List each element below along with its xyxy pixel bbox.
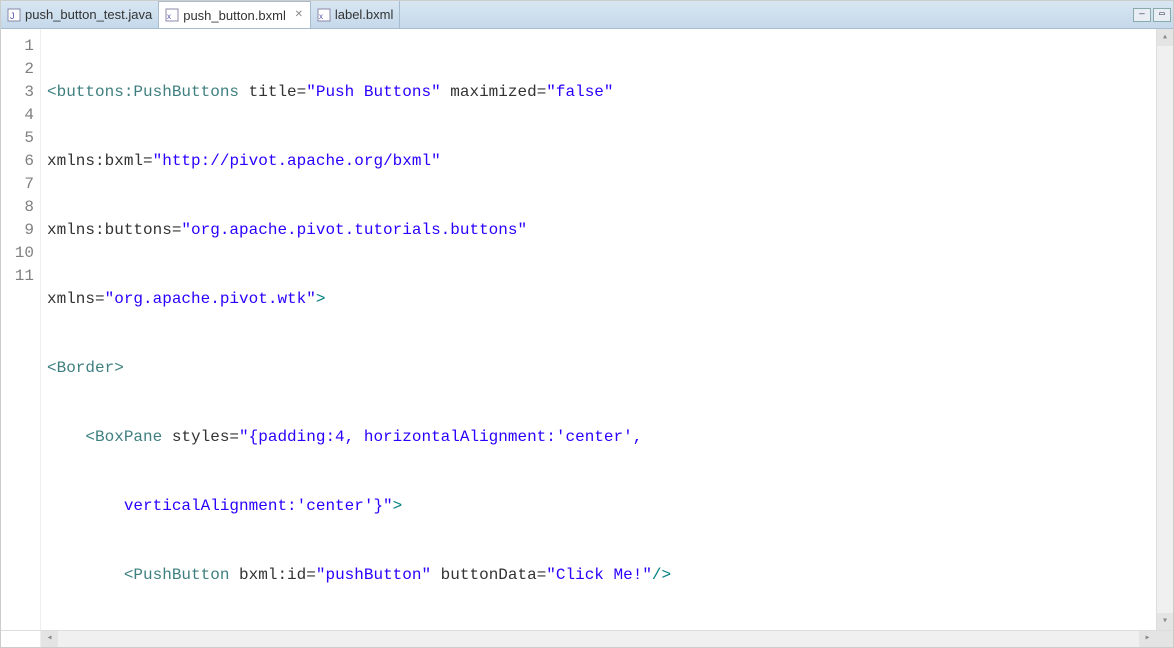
line-number: 1 xyxy=(1,35,34,58)
scroll-up-arrow-icon[interactable]: ▴ xyxy=(1157,29,1173,46)
tab-bar-spacer xyxy=(400,1,1133,28)
tab-label: push_button.bxml xyxy=(183,8,286,23)
line-number: 3 xyxy=(1,81,34,104)
tab-push-button-bxml[interactable]: x push_button.bxml ✕ xyxy=(159,1,311,28)
line-number: 5 xyxy=(1,127,34,150)
code-editor[interactable]: <buttons:PushButtons title="Push Buttons… xyxy=(41,29,1156,630)
code-line: <buttons:PushButtons title="Push Buttons… xyxy=(47,81,1156,104)
tab-label: label.bxml xyxy=(335,7,394,22)
code-line: <Border> xyxy=(47,357,1156,380)
code-line: xmlns:buttons="org.apache.pivot.tutorial… xyxy=(47,219,1156,242)
svg-text:x: x xyxy=(319,12,323,21)
line-number: 6 xyxy=(1,150,34,173)
line-number: 4 xyxy=(1,104,34,127)
code-line: xmlns:bxml="http://pivot.apache.org/bxml… xyxy=(47,150,1156,173)
scroll-down-arrow-icon[interactable]: ▾ xyxy=(1157,613,1173,630)
tab-push-button-test-java[interactable]: J push_button_test.java xyxy=(1,1,159,28)
editor-area: 1 2 3 4 5 6 7 8 9 10 11 <buttons:PushBut… xyxy=(1,29,1173,630)
minimize-button[interactable]: — xyxy=(1133,8,1151,22)
close-icon[interactable]: ✕ xyxy=(294,10,304,20)
line-number: 9 xyxy=(1,219,34,242)
editor-tab-bar: J push_button_test.java x push_button.bx… xyxy=(1,1,1173,29)
line-number-gutter: 1 2 3 4 5 6 7 8 9 10 11 xyxy=(1,29,41,630)
code-line: verticalAlignment:'center'}"> xyxy=(47,495,1156,518)
line-number: 7 xyxy=(1,173,34,196)
xml-file-icon: x xyxy=(317,8,331,22)
tab-label: push_button_test.java xyxy=(25,7,152,22)
svg-text:J: J xyxy=(10,11,15,21)
code-line: <BoxPane styles="{padding:4, horizontalA… xyxy=(47,426,1156,449)
vertical-scrollbar[interactable]: ▴ ▾ xyxy=(1156,29,1173,630)
svg-text:x: x xyxy=(167,12,171,21)
line-number: 11 xyxy=(1,265,34,288)
code-line: <PushButton bxml:id="pushButton" buttonD… xyxy=(47,564,1156,587)
tab-label-bxml[interactable]: x label.bxml xyxy=(311,1,401,28)
horizontal-scrollbar[interactable]: ◂ ▸ xyxy=(1,630,1173,647)
xml-file-icon: x xyxy=(165,8,179,22)
code-line: xmlns="org.apache.pivot.wtk"> xyxy=(47,288,1156,311)
window-controls: — ▭ xyxy=(1133,1,1173,28)
line-number: 2 xyxy=(1,58,34,81)
scroll-track[interactable] xyxy=(58,631,1139,647)
scroll-right-arrow-icon[interactable]: ▸ xyxy=(1139,631,1156,647)
java-file-icon: J xyxy=(7,8,21,22)
scroll-corner xyxy=(1156,631,1173,647)
maximize-button[interactable]: ▭ xyxy=(1153,8,1171,22)
line-number: 8 xyxy=(1,196,34,219)
line-number: 10 xyxy=(1,242,34,265)
scroll-left-arrow-icon[interactable]: ◂ xyxy=(41,631,58,647)
gutter-corner xyxy=(1,631,41,647)
